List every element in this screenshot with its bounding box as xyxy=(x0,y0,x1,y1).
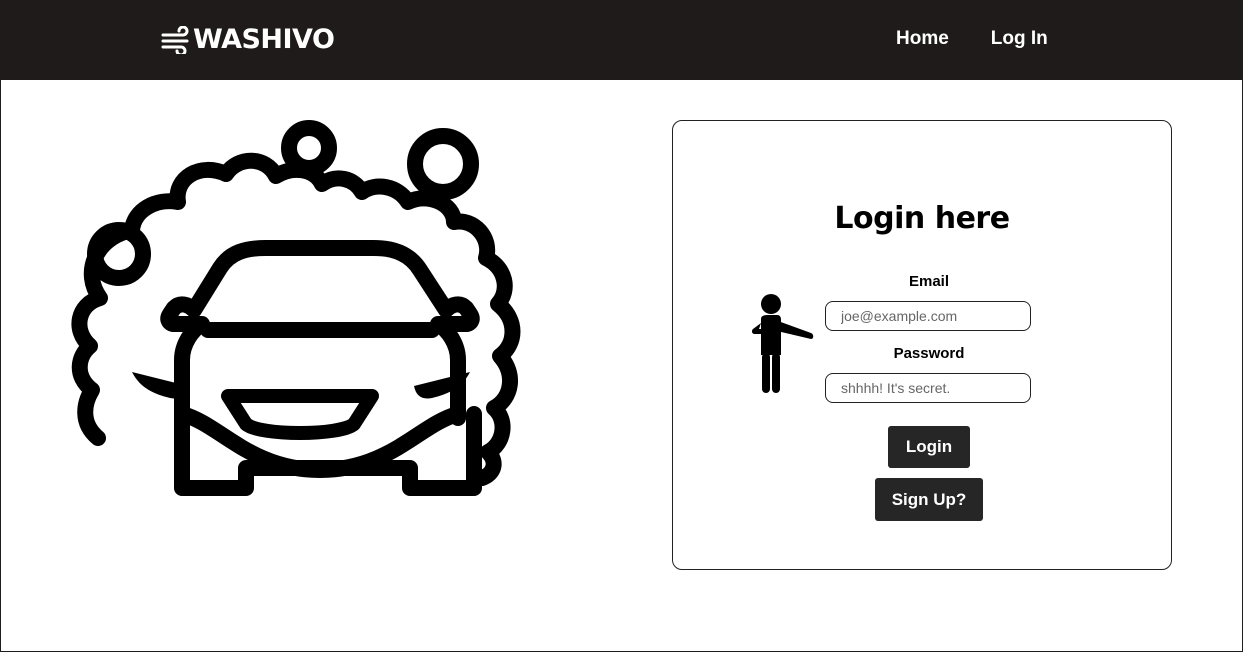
nav-login-link[interactable]: Log In xyxy=(991,28,1048,50)
password-label: Password xyxy=(893,345,965,362)
nav-home-link[interactable]: Home xyxy=(896,28,949,50)
nav-links: Home Log In xyxy=(896,28,1048,50)
password-field[interactable] xyxy=(825,373,1031,403)
login-button[interactable]: Login xyxy=(888,426,970,468)
brand-name: WASHIVO xyxy=(193,24,335,55)
signup-button[interactable]: Sign Up? xyxy=(875,478,983,521)
brand-logo[interactable]: WASHIVO xyxy=(161,22,335,58)
email-label: Email xyxy=(908,273,950,290)
email-field[interactable] xyxy=(825,301,1031,331)
login-card: Login here Email Password Login Sign Up? xyxy=(672,120,1172,570)
car-wash-icon xyxy=(70,118,532,514)
pointing-person-icon xyxy=(747,293,815,395)
navbar: WASHIVO Home Log In xyxy=(0,0,1243,80)
wind-icon xyxy=(161,25,193,57)
login-title: Login here xyxy=(834,201,1010,236)
